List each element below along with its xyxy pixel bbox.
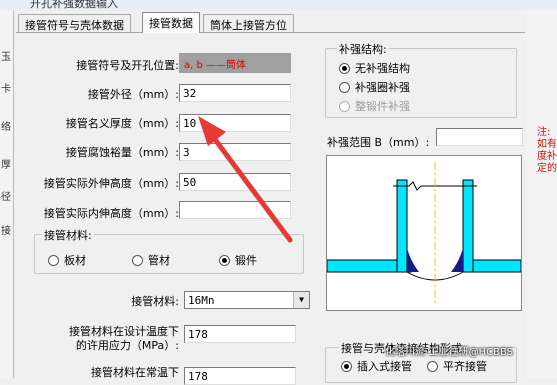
range-input[interactable] — [436, 128, 523, 146]
radio-flush-nozzle[interactable]: 平齐接管 — [427, 358, 487, 374]
annotation-arrow — [198, 116, 293, 243]
tab-nozzle-data[interactable]: 接管数据 — [142, 12, 200, 33]
radio-dot-icon — [339, 81, 350, 93]
material-select-label: 接管材料: — [131, 295, 179, 308]
thickness-label: 接管名义厚度（mm）: — [65, 117, 179, 130]
od-label: 接管外径（mm）: — [87, 88, 179, 101]
radio-dot-selected-icon — [339, 62, 350, 74]
left-strip-text: 玉 — [1, 52, 11, 63]
left-strip-text: 径 — [1, 192, 11, 203]
left-strip-text: 卡 — [1, 84, 11, 95]
radio-dot-selected-icon — [219, 254, 230, 266]
radio-pad-reinforcement-label: 补强圈补强 — [355, 81, 410, 94]
radio-dot-icon — [48, 254, 59, 266]
radio-insert-nozzle-label: 插入式接管 — [357, 360, 412, 373]
material-select-value: 16Mn — [188, 294, 215, 307]
material-group-title: 接管材料: — [42, 227, 94, 243]
tab-bar: 接管符号与壳体数据 接管数据 筒体上接管方位 — [14, 12, 527, 33]
window-title-bar: 开孔补强数据输入 — [0, 0, 557, 10]
radio-dot-selected-icon — [341, 360, 352, 372]
chevron-down-icon[interactable]: ▼ — [293, 292, 309, 308]
nozzle-diagram — [326, 155, 522, 311]
symbol-value: a, b ——筒体 — [179, 53, 291, 73]
radio-forging[interactable]: 锻件 — [219, 252, 257, 268]
radio-flush-nozzle-label: 平齐接管 — [443, 360, 487, 373]
material-select[interactable]: 16Mn ▼ — [184, 291, 310, 309]
ext-height-label: 接管实际外伸高度（mm）: — [43, 177, 179, 190]
radio-dot-icon — [339, 100, 350, 112]
right-background-window: 注: 如有 度补 定的 — [527, 10, 557, 378]
left-strip-text: 接 — [1, 226, 11, 237]
corrosion-label: 接管腐蚀裕量（mm）: — [65, 146, 179, 159]
radio-no-reinforcement[interactable]: 无补强结构 — [339, 60, 410, 76]
radio-pad-reinforcement[interactable]: 补强圈补强 — [339, 79, 410, 95]
room-stress-input[interactable]: 178 — [184, 367, 296, 385]
radio-forging-reinforcement: 整锻件补强 — [339, 98, 410, 114]
radio-forging-label: 锻件 — [235, 254, 257, 267]
window-title: 开孔补强数据输入 — [30, 0, 118, 10]
watermark: 化塔川流-工业往研@HCBBS — [385, 347, 514, 358]
left-background-window: 玉 卡 络 厚 径 接 — [0, 10, 14, 378]
radio-pipe-label: 管材 — [148, 254, 170, 267]
tab-nozzle-symbol-shell[interactable]: 接管符号与壳体数据 — [18, 14, 131, 32]
arrow-head-icon — [198, 116, 226, 146]
radio-plate[interactable]: 板材 — [48, 252, 86, 268]
design-stress-label-2: 的许用应力（MPa）: — [75, 339, 179, 352]
radio-plate-label: 板材 — [64, 254, 86, 267]
od-input[interactable]: 32 — [179, 84, 291, 102]
right-note-text: 定的 — [537, 163, 557, 174]
dialog: 接管符号与壳体数据 接管数据 筒体上接管方位 接管符号及开孔位置: a, b —… — [14, 10, 527, 385]
left-strip-text: 厚 — [1, 160, 11, 171]
reinforcement-group-title: 补强结构: — [337, 41, 389, 57]
radio-insert-nozzle[interactable]: 插入式接管 — [341, 358, 412, 374]
int-height-label: 接管实际内伸高度（mm）: — [43, 207, 179, 220]
design-stress-input[interactable]: 178 — [184, 325, 296, 343]
symbol-label: 接管符号及开孔位置: — [76, 59, 179, 72]
nozzle-cross-section-drawing — [326, 162, 522, 306]
radio-dot-icon — [427, 360, 438, 372]
radio-no-reinforcement-label: 无补强结构 — [355, 62, 410, 75]
range-label: 补强范围 B（mm）: — [327, 136, 430, 149]
left-strip-text: 络 — [1, 122, 11, 133]
radio-dot-icon — [132, 254, 143, 266]
radio-forging-reinforcement-label: 整锻件补强 — [355, 100, 410, 113]
tab-nozzle-orientation[interactable]: 筒体上接管方位 — [203, 14, 294, 32]
radio-pipe[interactable]: 管材 — [132, 252, 170, 268]
